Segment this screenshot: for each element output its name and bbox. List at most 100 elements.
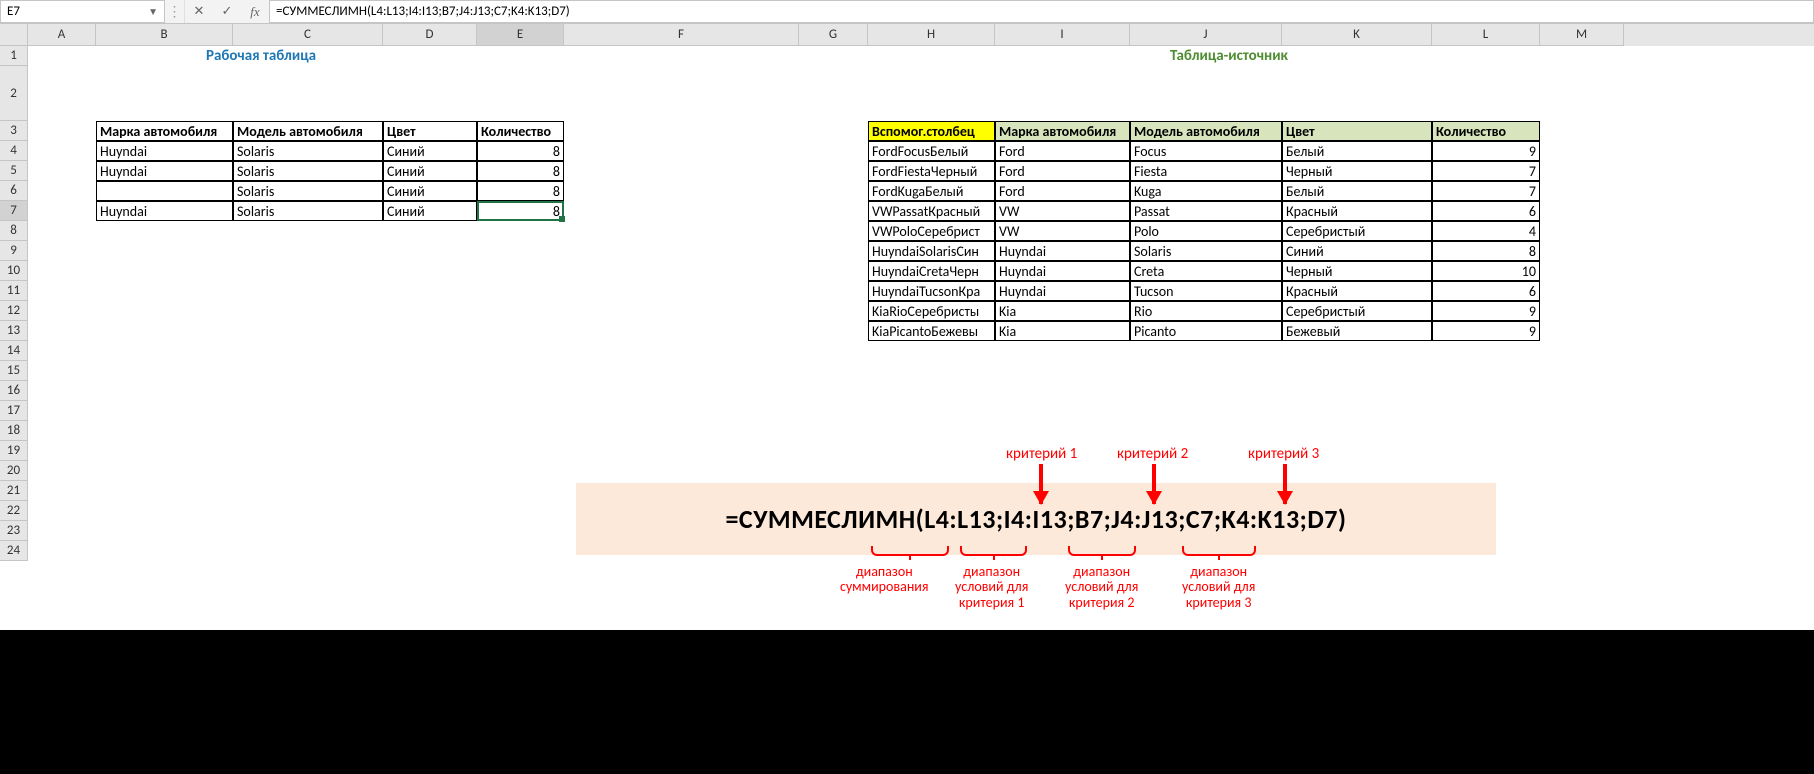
st-cell[interactable]: Tucson (1130, 281, 1282, 301)
cell[interactable] (96, 321, 233, 341)
st-cell[interactable]: Черный (1282, 261, 1432, 281)
cell[interactable] (995, 66, 1130, 121)
st-cell[interactable]: Picanto (1130, 321, 1282, 341)
cell[interactable] (799, 401, 868, 421)
cell[interactable] (1432, 421, 1540, 441)
cell[interactable] (96, 361, 233, 381)
st-cell[interactable]: Rio (1130, 301, 1282, 321)
cell[interactable] (995, 361, 1130, 381)
cell[interactable] (1540, 321, 1624, 341)
cell[interactable] (477, 541, 564, 561)
cell[interactable] (564, 441, 799, 461)
cell[interactable] (383, 46, 477, 66)
cell[interactable] (233, 341, 383, 361)
cell[interactable] (96, 261, 233, 281)
cell[interactable] (383, 381, 477, 401)
cell[interactable] (477, 461, 564, 481)
select-all-corner[interactable] (0, 24, 28, 46)
cell[interactable] (28, 521, 96, 541)
cell[interactable] (233, 241, 383, 261)
cell[interactable] (233, 221, 383, 241)
cell[interactable] (383, 441, 477, 461)
row-header-7[interactable]: 7 (0, 201, 28, 221)
row-header-3[interactable]: 3 (0, 121, 28, 141)
st-cell[interactable]: Синий (1282, 241, 1432, 261)
cell[interactable] (383, 401, 477, 421)
wt-cell[interactable]: Синий (383, 181, 477, 201)
insert-function-button[interactable]: fx (241, 0, 269, 23)
cell[interactable] (28, 281, 96, 301)
column-header-F[interactable]: F (564, 24, 799, 46)
cell[interactable] (233, 461, 383, 481)
cell[interactable] (477, 341, 564, 361)
st-cell[interactable]: VWPoloСеребрист (868, 221, 995, 241)
cell[interactable] (564, 181, 799, 201)
cell[interactable] (1540, 241, 1624, 261)
st-cell[interactable]: Серебристый (1282, 221, 1432, 241)
cell[interactable] (799, 46, 868, 66)
cell[interactable] (1130, 381, 1282, 401)
cell[interactable] (233, 361, 383, 381)
st-header[interactable]: Цвет (1282, 121, 1432, 141)
cell[interactable] (96, 241, 233, 261)
cell[interactable] (28, 361, 96, 381)
cell[interactable] (868, 66, 995, 121)
st-cell[interactable]: FordFocusБелый (868, 141, 995, 161)
cell[interactable] (1432, 46, 1540, 66)
cell[interactable] (28, 121, 96, 141)
wt-cell[interactable]: Huyndai (96, 141, 233, 161)
cell[interactable] (28, 461, 96, 481)
st-cell[interactable]: VWPassatКрасный (868, 201, 995, 221)
cell[interactable] (1540, 461, 1624, 481)
st-cell[interactable]: Creta (1130, 261, 1282, 281)
st-cell[interactable]: HuyndaiCretaЧерн (868, 261, 995, 281)
row-header-10[interactable]: 10 (0, 261, 28, 281)
name-box[interactable]: E7 ▼ (0, 0, 165, 23)
wt-cell[interactable] (96, 181, 233, 201)
cell[interactable] (477, 521, 564, 541)
row-header-17[interactable]: 17 (0, 401, 28, 421)
formula-input[interactable]: =СУММЕСЛИМН(L4:L13;I4:I13;B7;J4:J13;C7;K… (269, 0, 1814, 23)
cell[interactable] (96, 301, 233, 321)
row-header-13[interactable]: 13 (0, 321, 28, 341)
cell[interactable] (96, 461, 233, 481)
st-cell[interactable]: Polo (1130, 221, 1282, 241)
cell[interactable] (1540, 521, 1624, 541)
cell[interactable] (477, 501, 564, 521)
st-cell[interactable]: 10 (1432, 261, 1540, 281)
cell[interactable] (799, 181, 868, 201)
row-header-1[interactable]: 1 (0, 46, 28, 66)
row-header-12[interactable]: 12 (0, 301, 28, 321)
accept-formula-button[interactable]: ✓ (213, 0, 241, 23)
cell[interactable] (995, 341, 1130, 361)
cell[interactable] (995, 461, 1130, 481)
wt-cell[interactable]: Solaris (233, 201, 383, 221)
cell[interactable] (1130, 421, 1282, 441)
cell[interactable] (383, 521, 477, 541)
cell[interactable] (564, 321, 799, 341)
cell[interactable] (383, 341, 477, 361)
st-cell[interactable]: 6 (1432, 201, 1540, 221)
cell[interactable] (28, 161, 96, 181)
wt-header[interactable]: Марка автомобиля (96, 121, 233, 141)
cell[interactable] (233, 501, 383, 521)
cell[interactable] (96, 341, 233, 361)
st-cell[interactable]: Серебристый (1282, 301, 1432, 321)
cell[interactable] (477, 401, 564, 421)
st-header[interactable]: Вспомог.столбец (868, 121, 995, 141)
cell[interactable]: Таблица-источник (1130, 46, 1282, 66)
st-cell[interactable]: 7 (1432, 161, 1540, 181)
st-cell[interactable]: FordKugaБелый (868, 181, 995, 201)
cell[interactable] (233, 261, 383, 281)
wt-cell[interactable]: Solaris (233, 181, 383, 201)
row-header-19[interactable]: 19 (0, 441, 28, 461)
row-header-22[interactable]: 22 (0, 501, 28, 521)
cell[interactable] (96, 501, 233, 521)
cell[interactable] (1540, 261, 1624, 281)
cell[interactable] (868, 401, 995, 421)
column-header-C[interactable]: C (233, 24, 383, 46)
wt-cell[interactable]: 8 (477, 181, 564, 201)
st-cell[interactable]: Красный (1282, 281, 1432, 301)
column-header-D[interactable]: D (383, 24, 477, 46)
row-header-6[interactable]: 6 (0, 181, 28, 201)
